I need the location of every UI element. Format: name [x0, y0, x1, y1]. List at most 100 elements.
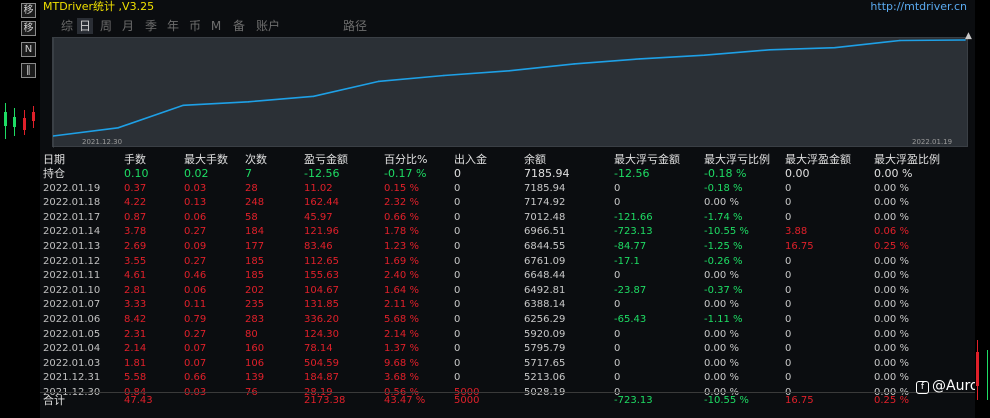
cell-count: 139 [245, 372, 265, 384]
cell-flow: 0 [454, 241, 461, 252]
toolbar-button-2[interactable]: 移 [21, 21, 36, 36]
cell-max_lots: 0.13 [184, 197, 207, 209]
cell-balance: 5795.79 [524, 343, 566, 355]
cell-lots: 2.69 [124, 241, 147, 252]
cell-pnl: 162.44 [304, 197, 339, 209]
balance-point [899, 39, 901, 42]
cell-pct: 5.68 % [384, 314, 419, 325]
cell-flow: 0 [454, 255, 461, 267]
toolbar-button-4[interactable]: ∥ [21, 63, 36, 78]
cell-max_lots: 0.27 [184, 255, 207, 267]
cell-date: 2022.01.12 [43, 255, 101, 267]
cell-max_fp_pct: 0.00 % [874, 167, 913, 180]
menu-tab-2[interactable]: 周 [98, 18, 114, 34]
cell-balance: 5717.65 [524, 357, 566, 369]
period-menu: 综日周月季年币 M 备账户 路径 [40, 16, 975, 36]
column-header-max_lots[interactable]: 最大手数 [184, 152, 228, 168]
toolbar-button-3[interactable]: N [21, 42, 36, 57]
table-row-current[interactable]: 持仓 0.10 0.02 7 -12.56 -0.17 % 0 7185.94 -12.56 -0… [40, 167, 975, 182]
menu-tab-5[interactable]: 年 [165, 18, 181, 34]
table-row[interactable]: 2022.01.03 1.81 0.07 106 504.59 9.68 % 0 5717.6… [40, 357, 975, 372]
candle-wick [987, 350, 988, 400]
balance-chart [52, 37, 968, 148]
column-header-flow[interactable]: 出入金 [454, 152, 487, 168]
cell-count: 106 [245, 357, 265, 369]
cell-pnl: 131.85 [304, 299, 339, 311]
menu-tab-4[interactable]: 季 [143, 18, 159, 34]
table-row[interactable]: 2022.01.06 8.42 0.79 283 336.20 5.68 % 0 6256.2… [40, 313, 975, 328]
menu-tab-10[interactable]: 路径 [340, 18, 370, 34]
balance-point [312, 95, 315, 98]
cell-max_dd: -65.43 [614, 314, 647, 325]
cell-max_dd: 0 [614, 299, 621, 311]
table-row[interactable]: 2022.01.11 4.61 0.46 185 155.63 2.40 % 0 6648.4… [40, 269, 975, 284]
cell-date: 2022.01.03 [43, 357, 101, 369]
table-row[interactable]: 2022.01.07 3.33 0.11 235 131.85 2.11 % 0 6388.1… [40, 298, 975, 313]
cell-max_lots: 0.09 [184, 241, 207, 252]
cell-max_fp_pct: 0.00 % [874, 182, 909, 194]
menu-tab-9[interactable]: 账户 [253, 18, 283, 34]
collapse-triangle-icon[interactable]: ▲ [965, 31, 972, 41]
column-header-max_dd_pct[interactable]: 最大浮亏比例 [704, 152, 770, 168]
table-row[interactable]: 2022.01.14 3.78 0.27 184 121.96 1.78 % 0 6966.5… [40, 225, 975, 240]
cell-max_dd: 0 [614, 182, 621, 194]
cell-max_fp_pct: 0.00 % [874, 343, 909, 355]
cell-balance: 6761.09 [524, 255, 566, 267]
total-max_fp_pct: 0.25 % [874, 395, 909, 406]
cell-max_fp_pct: 0.00 % [874, 284, 909, 296]
right-chart-edge [975, 0, 990, 418]
menu-tab-1[interactable]: 日 [77, 18, 93, 34]
site-url-link[interactable]: http://mtdriver.cn [870, 0, 967, 14]
cell-pct: 2.11 % [384, 299, 419, 311]
menu-tab-8[interactable]: 备 [231, 18, 247, 34]
cell-lots: 0.10 [124, 167, 149, 180]
table-row[interactable]: 2022.01.12 3.55 0.27 185 112.65 1.69 % 0 6761.0… [40, 255, 975, 270]
cell-max_dd: 0 [614, 357, 621, 369]
table-row[interactable]: 2022.01.04 2.14 0.07 160 78.14 1.37 % 0 5795.79… [40, 342, 975, 357]
table-row[interactable]: 2022.01.19 0.37 0.03 28 11.02 0.15 % 0 7185.94 0… [40, 182, 975, 197]
menu-tab-7[interactable]: M [210, 18, 222, 34]
balance-point [377, 80, 380, 83]
menu-tab-0[interactable]: 综 [60, 18, 74, 34]
cell-max_lots: 0.27 [184, 328, 207, 340]
column-header-balance[interactable]: 余额 [524, 152, 546, 168]
toolbar-button-1[interactable]: 移 [21, 3, 36, 18]
cell-pct: 0.15 % [384, 182, 419, 194]
cell-pct: 1.78 % [384, 226, 419, 238]
cell-max_fp_pct: 0.00 % [874, 197, 909, 209]
cell-lots: 4.61 [124, 270, 147, 282]
cell-balance: 6844.55 [524, 241, 566, 252]
cell-flow: 0 [454, 372, 461, 384]
cell-max_dd_pct: -0.18 % [704, 167, 747, 180]
table-row[interactable]: 2022.01.10 2.81 0.06 202 104.67 1.64 % 0 6492.8… [40, 284, 975, 299]
menu-tab-6[interactable]: 币 [187, 18, 203, 34]
cell-date: 2022.01.11 [43, 270, 101, 282]
column-header-count[interactable]: 次数 [245, 152, 267, 168]
menu-tab-3[interactable]: 月 [120, 18, 136, 34]
cell-flow: 0 [454, 226, 461, 238]
column-header-pnl[interactable]: 盈亏金额 [304, 152, 348, 168]
table-row[interactable]: 2022.01.17 0.87 0.06 58 45.97 0.66 % 0 7012.48 -… [40, 211, 975, 226]
column-header-max_fp[interactable]: 最大浮盈金额 [785, 152, 851, 168]
cell-pnl: 336.20 [304, 314, 339, 325]
candle-body [23, 118, 26, 130]
cell-balance: 6966.51 [524, 226, 566, 238]
balance-point [638, 58, 641, 60]
cell-balance: 7174.92 [524, 197, 566, 209]
weibo-icon: f [916, 381, 929, 394]
balance-line-chart [53, 38, 966, 148]
table-row[interactable]: 2022.01.18 4.22 0.13 248 162.44 2.32 % 0 7174.9… [40, 196, 975, 211]
chart-start-date: 2021.12.30 [82, 138, 123, 146]
column-header-max_dd[interactable]: 最大浮亏金额 [614, 152, 680, 168]
column-header-date[interactable]: 日期 [43, 152, 65, 168]
table-row[interactable]: 2022.01.13 2.69 0.09 177 83.46 1.23 % 0 6844.55… [40, 240, 975, 255]
cell-max_dd: 0 [614, 270, 621, 282]
table-row[interactable]: 2021.12.31 5.58 0.66 139 184.87 3.68 % 0 5213.0… [40, 371, 975, 386]
cell-max_dd: -84.77 [614, 241, 647, 252]
column-header-pct[interactable]: 百分比% [384, 152, 427, 168]
column-header-lots[interactable]: 手数 [124, 152, 146, 168]
total-date: 合计 [43, 394, 65, 407]
cell-max_fp: 0 [785, 211, 792, 223]
table-row[interactable]: 2022.01.05 2.31 0.27 80 124.30 2.14 % 0 5920.09… [40, 328, 975, 343]
column-header-max_fp_pct[interactable]: 最大浮盈比例 [874, 152, 940, 168]
